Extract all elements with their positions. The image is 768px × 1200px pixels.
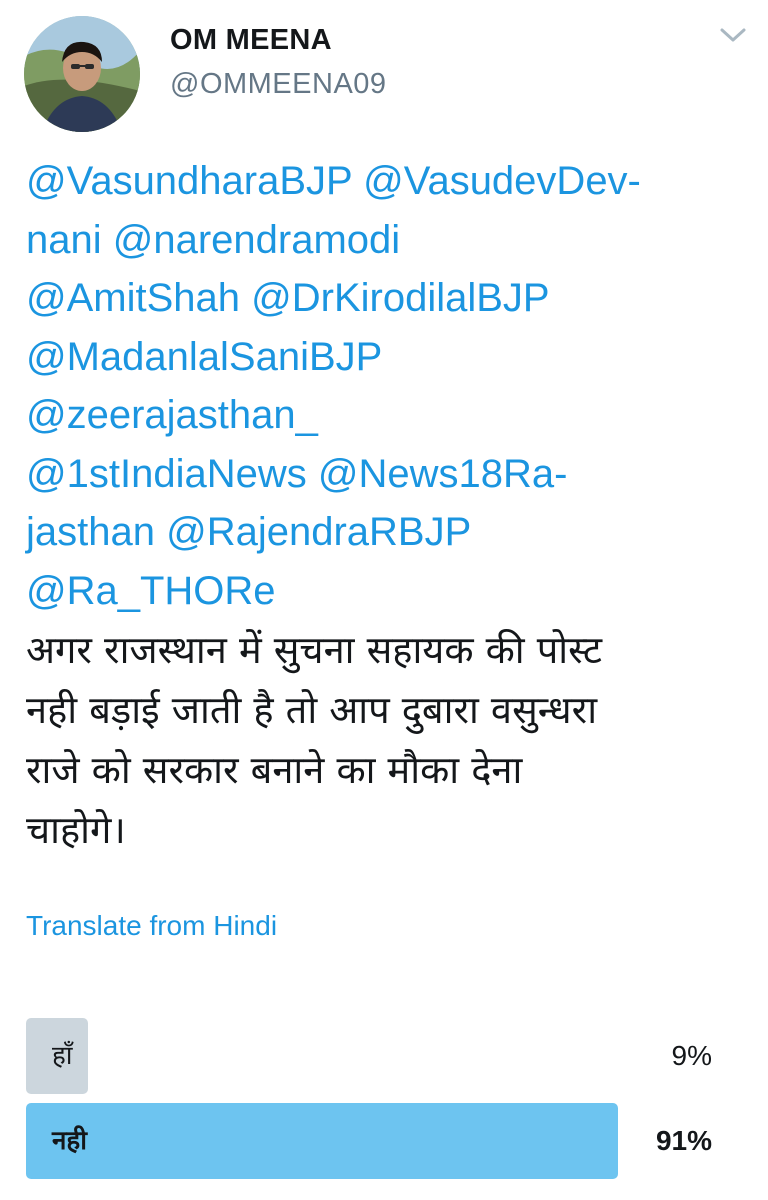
mention-link[interactable]: @zeerajasthan_ <box>26 393 318 437</box>
author-display-name[interactable]: OM MEENA <box>170 24 332 57</box>
mention-line: @Ra_THORe <box>26 562 746 621</box>
mention-link[interactable]: @VasudevDev- <box>363 159 641 203</box>
mention-link[interactable]: @1stIndiaNews <box>26 452 307 496</box>
mention-link[interactable]: @MadanlalSaniBJP <box>26 335 382 379</box>
mention-line: @VasundharaBJP @VasudevDev- <box>26 152 746 211</box>
mention-line: jasthan @RajendraRBJP <box>26 503 746 562</box>
tweet-text-line: चाहोगे। <box>26 808 126 852</box>
mention-line: @MadanlalSaniBJP <box>26 328 746 387</box>
avatar-photo-icon <box>24 16 140 132</box>
mention-line: @zeerajasthan_ <box>26 386 746 445</box>
mention-link[interactable]: jasthan <box>26 510 155 554</box>
translate-link[interactable]: Translate from Hindi <box>26 910 277 942</box>
mention-link[interactable]: @DrKirodilalBJP <box>251 276 549 320</box>
tweet-text: @VasundharaBJP @VasudevDev-nani @narendr… <box>26 152 746 860</box>
poll-option-label: हाँ <box>52 1041 73 1071</box>
mention-link[interactable]: @narendramodi <box>113 218 400 262</box>
tweet-menu-button[interactable] <box>718 24 748 46</box>
poll-option-percent: 9% <box>671 1040 712 1071</box>
mention-link[interactable]: @RajendraRBJP <box>166 510 471 554</box>
mention-link[interactable]: @News18Ra- <box>318 452 568 496</box>
poll-option: हाँ 9% <box>26 1018 716 1094</box>
poll-result-bar <box>26 1103 618 1179</box>
mention-link[interactable]: @Ra_THORe <box>26 569 276 613</box>
poll-option: नही 91% <box>26 1103 716 1179</box>
author-avatar[interactable] <box>24 16 140 132</box>
mention-link[interactable]: @AmitShah <box>26 276 240 320</box>
chevron-down-icon <box>720 28 746 42</box>
tweet-text-line: अगर राजस्थान में सुचना सहायक की पोस्ट <box>26 628 603 672</box>
tweet-text-line: नही बड़ाई जाती है तो आप दुबारा वसुन्धरा <box>26 688 598 732</box>
mention-link[interactable]: nani <box>26 218 102 262</box>
poll-option-percent: 91% <box>655 1125 712 1156</box>
poll-option-label: नही <box>52 1126 87 1156</box>
mention-line: @AmitShah @DrKirodilalBJP <box>26 269 746 328</box>
mention-line: @1stIndiaNews @News18Ra- <box>26 445 746 504</box>
mention-line: nani @narendramodi <box>26 211 746 270</box>
tweet-text-line: राजे को सरकार बनाने का मौका देना <box>26 748 523 792</box>
poll: हाँ 9% नही 91% <box>26 1018 716 1188</box>
mention-link[interactable]: @VasundharaBJP <box>26 159 352 203</box>
author-handle[interactable]: @OMMEENA09 <box>170 68 387 101</box>
